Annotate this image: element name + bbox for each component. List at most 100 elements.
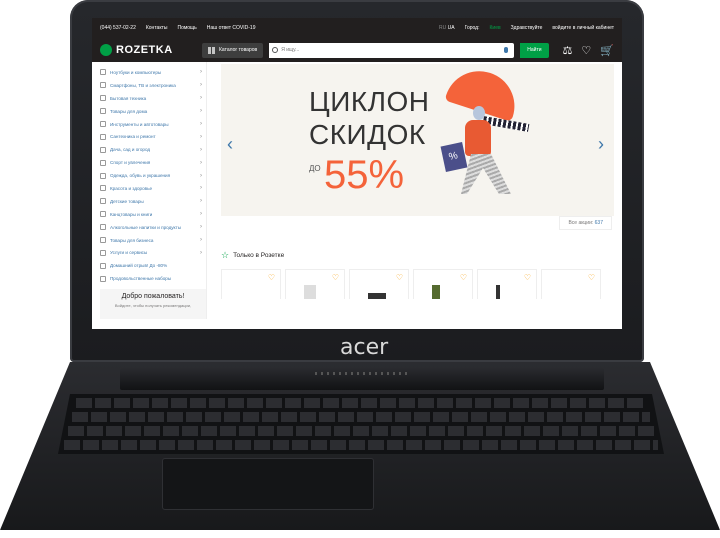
product-card[interactable]: ♡: [477, 269, 537, 299]
sidebar-item-alcohol[interactable]: Алкогольные напитки и продукты ›: [100, 221, 206, 234]
sidebar-item-smartphones[interactable]: Смартфоны, ТВ и электроника ›: [100, 79, 206, 92]
category-label: Инструменты и автотовары: [110, 121, 169, 127]
keyboard: [58, 394, 664, 454]
sidebar-item-food-sets[interactable]: Продовольственные наборы: [100, 272, 206, 285]
lang-ua[interactable]: UA: [448, 25, 455, 31]
sidebar-item-kids[interactable]: Детские товары ›: [100, 195, 206, 208]
category-label: Товары для бизнеса: [110, 237, 154, 243]
all-promotions-link[interactable]: Все акции: 637: [559, 216, 612, 230]
sidebar-item-plumbing[interactable]: Сантехника и ремонт ›: [100, 130, 206, 143]
key-row: [68, 426, 654, 436]
home-icon: [100, 108, 106, 115]
key-row: [64, 440, 658, 450]
chevron-right-icon: ›: [200, 198, 202, 205]
woman-legs-illustration: [461, 154, 511, 194]
city-label: Город:: [464, 25, 480, 31]
category-label: Красота и здоровье: [110, 185, 153, 191]
greeting: Здравствуйте: [510, 25, 543, 31]
clothing-icon: [100, 172, 106, 179]
covid-link[interactable]: Наш ответ COVID-19: [207, 25, 256, 31]
chevron-left-icon[interactable]: ‹: [227, 134, 237, 154]
grid-icon: [208, 46, 215, 54]
category-label: Спорт и увлечения: [110, 160, 151, 166]
sidebar-item-beauty[interactable]: Красота и здоровье ›: [100, 182, 206, 195]
microphone-icon[interactable]: [504, 47, 509, 53]
heart-icon[interactable]: ♡: [581, 44, 591, 57]
catalog-label: Каталог товаров: [219, 47, 258, 53]
sidebar-item-laptops[interactable]: Ноутбуки и компьютеры ›: [100, 66, 206, 79]
product-card[interactable]: ♡: [221, 269, 281, 299]
phone-icon: [100, 82, 106, 89]
login-link[interactable]: войдите в личный кабинет: [552, 25, 614, 31]
business-icon: [100, 237, 106, 244]
sidebar-item-services[interactable]: Услуги и сервисы ›: [100, 246, 206, 259]
kids-icon: [100, 198, 106, 205]
laptop-screen: (044) 537-02-22 Контакты Помощь Наш отве…: [92, 18, 622, 329]
welcome-subtitle: Войдите, чтобы получать рекомендации,: [114, 303, 192, 309]
product-row: ♡ ♡ ♡ ♡ ♡ ♡: [221, 269, 614, 299]
sidebar-item-tools[interactable]: Инструменты и автотовары ›: [100, 118, 206, 131]
rozetka-logo[interactable]: ROZETKA: [100, 44, 196, 56]
product-image: [368, 293, 386, 299]
heart-icon[interactable]: ♡: [396, 273, 403, 282]
chevron-right-icon: ›: [200, 108, 202, 115]
heart-icon[interactable]: ♡: [268, 273, 275, 282]
all-promos-label: Все акции:: [568, 220, 594, 226]
laptop-icon: [100, 69, 106, 76]
sidebar-item-clothing[interactable]: Одежда, обувь и украшения ›: [100, 169, 206, 182]
star-icon: ☆: [221, 250, 230, 260]
key-row: [76, 398, 646, 408]
search-button[interactable]: Найти: [520, 42, 549, 58]
sidebar-item-appliances[interactable]: Бытовая техника ›: [100, 92, 206, 105]
compare-icon[interactable]: ⚖: [563, 44, 573, 57]
sidebar-item-home-sale[interactable]: Домашний отрыв! До -80%: [100, 259, 206, 272]
search-input[interactable]: [269, 42, 505, 58]
hinge-vent: [315, 372, 409, 375]
contacts-link[interactable]: Контакты: [146, 25, 168, 31]
page-body: Ноутбуки и компьютеры › Смартфоны, ТВ и э…: [92, 62, 622, 320]
heart-icon[interactable]: ♡: [524, 273, 531, 282]
lang-ru[interactable]: RU: [439, 25, 446, 31]
product-card[interactable]: ♡: [541, 269, 601, 299]
cart-icon[interactable]: 🛒: [600, 44, 614, 57]
heart-icon[interactable]: ♡: [588, 273, 595, 282]
sport-icon: [100, 159, 106, 166]
heart-icon[interactable]: ♡: [332, 273, 339, 282]
bottle-icon: [100, 224, 106, 231]
city-selector[interactable]: Киев: [490, 25, 501, 31]
sidebar-item-garden[interactable]: Дача, сад и огород ›: [100, 143, 206, 156]
sidebar-item-business[interactable]: Товары для бизнеса ›: [100, 234, 206, 247]
logo-text: ROZETKA: [116, 44, 173, 56]
basket-icon: [100, 275, 106, 282]
sidebar-item-home[interactable]: Товары для дома ›: [100, 105, 206, 118]
chevron-right-icon[interactable]: ›: [598, 134, 608, 154]
search-box: [269, 42, 515, 58]
category-label: Домашний отрыв! До -80%: [110, 263, 168, 269]
chevron-right-icon: ›: [200, 224, 202, 231]
category-label: Канцтовары и книги: [110, 211, 153, 217]
sidebar-item-books[interactable]: Канцтовары и книги ›: [100, 208, 206, 221]
product-image: [432, 285, 440, 299]
key-row: [72, 412, 650, 422]
heart-icon[interactable]: ♡: [460, 273, 467, 282]
chevron-right-icon: ›: [200, 249, 202, 256]
site-topbar: (044) 537-02-22 Контакты Помощь Наш отве…: [92, 18, 622, 38]
category-label: Детские товары: [110, 198, 144, 204]
phone-link[interactable]: (044) 537-02-22: [100, 25, 136, 31]
section-title: ☆ Только в Розетке: [221, 250, 614, 261]
catalog-button[interactable]: Каталог товаров: [202, 42, 264, 58]
sidebar-item-sport[interactable]: Спорт и увлечения ›: [100, 156, 206, 169]
welcome-box: Добро пожаловать! Войдите, чтобы получат…: [100, 289, 206, 320]
shopping-bag-illustration: [440, 141, 468, 173]
chevron-right-icon: ›: [200, 211, 202, 218]
product-card[interactable]: ♡: [285, 269, 345, 299]
category-label: Одежда, обувь и украшения: [110, 173, 171, 179]
promo-banner[interactable]: ‹ ЦИКЛОН СКИДОК ДО 55% ›: [221, 64, 614, 216]
product-card[interactable]: ♡: [349, 269, 409, 299]
language-switch[interactable]: RU UA: [439, 25, 455, 31]
plumbing-icon: [100, 133, 106, 140]
product-card[interactable]: ♡: [413, 269, 473, 299]
help-link[interactable]: Помощь: [177, 25, 196, 31]
chevron-right-icon: ›: [200, 133, 202, 140]
main-content: ‹ ЦИКЛОН СКИДОК ДО 55% › Все акции: 637 …: [207, 62, 622, 319]
